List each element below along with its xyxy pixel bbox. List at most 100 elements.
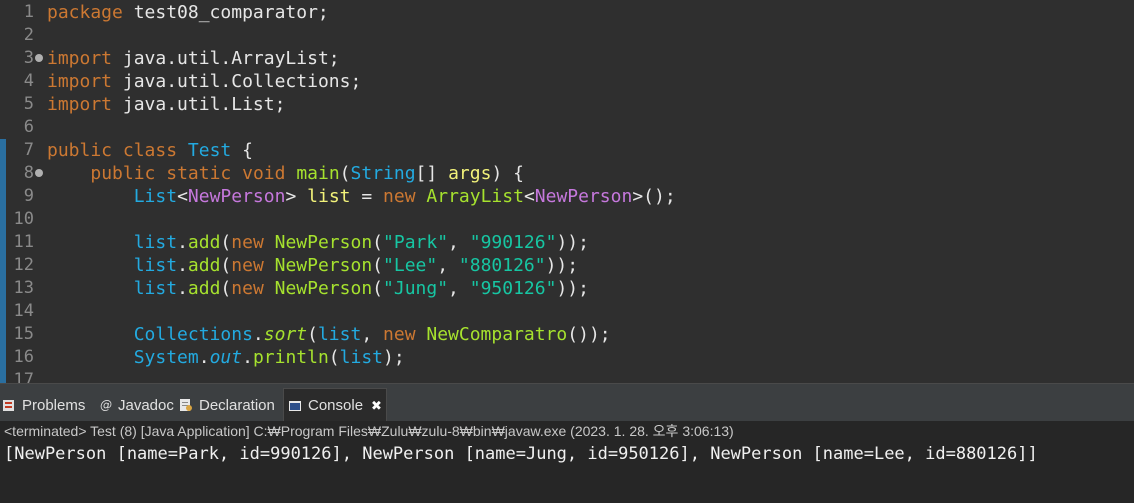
code-token: sort — [263, 324, 308, 345]
code-line[interactable]: 14 — [0, 300, 1134, 323]
code-token: ( — [372, 232, 384, 253]
fold-toggle-icon[interactable] — [35, 169, 43, 177]
code-token: new — [231, 255, 264, 276]
change-marker — [0, 93, 6, 116]
change-marker — [0, 208, 6, 231]
code-token: new — [383, 324, 416, 345]
code-line[interactable]: 3 import java.util.ArrayList; — [0, 47, 1134, 70]
code-token: ( — [328, 347, 340, 368]
code-token: . — [177, 232, 188, 253]
code-line[interactable]: 10 — [0, 208, 1134, 231]
code-token: )); — [556, 278, 589, 299]
code-line[interactable]: 12 list.add(new NewPerson("Lee", "880126… — [0, 254, 1134, 277]
code-token: "880126" — [458, 255, 546, 276]
code-token: void — [242, 163, 286, 184]
code-token: ( — [339, 163, 351, 184]
code-token: ( — [372, 255, 384, 276]
code-token: println — [252, 347, 329, 368]
svg-text:@: @ — [100, 398, 112, 412]
code-token: list — [307, 186, 351, 207]
change-marker — [0, 323, 6, 346]
change-marker — [0, 24, 6, 47]
line-number: 7 — [23, 140, 34, 160]
change-marker — [0, 300, 6, 323]
code-token: ArrayList — [426, 186, 524, 207]
code-token: System — [133, 347, 199, 368]
code-token: . — [177, 278, 188, 299]
code-token: list — [339, 347, 383, 368]
javadoc-icon: @ — [98, 398, 112, 412]
code-token: NewPerson — [274, 255, 373, 276]
code-token: [] — [415, 163, 438, 184]
code-token: import — [47, 48, 113, 69]
code-token: = — [361, 186, 384, 207]
change-marker — [0, 47, 6, 70]
line-number: 6 — [23, 117, 34, 137]
console-output: [NewPerson [name=Park, id=990126], NewPe… — [4, 444, 1038, 464]
line-number: 11 — [13, 232, 34, 252]
fold-toggle-icon[interactable] — [35, 54, 43, 62]
code-line[interactable]: 13 list.add(new NewPerson("Jung", "95012… — [0, 277, 1134, 300]
code-line[interactable]: 4 import java.util.Collections; — [0, 70, 1134, 93]
code-token: )); — [545, 255, 579, 276]
code-token: ); — [383, 347, 405, 368]
code-text: list.add(new NewPerson("Jung", "950126")… — [47, 277, 589, 300]
code-token: ( — [220, 232, 232, 253]
code-token: Test — [187, 140, 232, 161]
console-icon — [288, 399, 302, 413]
code-line[interactable]: 15 Collections.sort(list, new NewCompara… — [0, 323, 1134, 346]
code-text: list.add(new NewPerson("Lee", "880126"))… — [47, 254, 578, 277]
code-token: String — [350, 163, 416, 184]
code-line[interactable]: 6 — [0, 116, 1134, 139]
code-line[interactable]: 9 List<NewPerson> list = new ArrayList<N… — [0, 185, 1134, 208]
tab-javadoc[interactable]: @ Javadoc — [98, 388, 174, 422]
code-token: new — [383, 186, 416, 207]
line-number: 3 — [23, 48, 34, 68]
code-token: . — [177, 255, 188, 276]
code-text: package test08_comparator; — [47, 1, 329, 24]
code-text: import java.util.List; — [47, 93, 285, 116]
code-token: static — [166, 163, 232, 184]
code-token: "990126" — [469, 232, 557, 253]
code-token: public — [90, 163, 156, 184]
code-token: args — [448, 163, 492, 184]
code-line[interactable]: 1 package test08_comparator; — [0, 1, 1134, 24]
bottom-panel-tabs: Problems @ Javadoc Declaration Console ✖ — [0, 383, 1134, 422]
code-line[interactable]: 5 import java.util.List; — [0, 93, 1134, 116]
code-text: import java.util.Collections; — [47, 70, 361, 93]
code-line[interactable]: 11 list.add(new NewPerson("Park", "99012… — [0, 231, 1134, 254]
tab-declaration[interactable]: Declaration — [179, 388, 275, 422]
code-line[interactable]: 8 public static void main(String[] args)… — [0, 162, 1134, 185]
change-marker — [0, 139, 6, 162]
code-token: NewPerson — [534, 186, 633, 207]
code-editor[interactable]: 1 package test08_comparator; 2 3 import java… — [0, 0, 1134, 383]
code-token: add — [187, 232, 221, 253]
code-token: list — [133, 232, 178, 253]
code-line[interactable]: 2 — [0, 24, 1134, 47]
code-token: NewPerson — [187, 186, 286, 207]
code-text: public class Test { — [47, 139, 253, 162]
code-line[interactable]: 7 public class Test { — [0, 139, 1134, 162]
line-number: 15 — [13, 324, 34, 344]
code-token: ( — [372, 278, 384, 299]
code-token: NewPerson — [274, 232, 373, 253]
code-token: list — [317, 324, 362, 345]
code-token: < — [177, 186, 188, 207]
change-marker — [0, 231, 6, 254]
change-marker — [0, 254, 6, 277]
tab-problems[interactable]: Problems — [2, 388, 85, 422]
line-number: 2 — [23, 25, 34, 45]
code-line[interactable]: 16 System.out.println(list); — [0, 346, 1134, 369]
tab-label: Console — [308, 397, 364, 414]
change-marker — [0, 116, 6, 139]
declaration-icon — [179, 398, 193, 412]
code-token: ()); — [567, 324, 611, 345]
code-token: >(); — [632, 186, 676, 207]
code-line[interactable]: 17 — [0, 369, 1134, 383]
tab-console[interactable]: Console ✖ — [283, 388, 387, 422]
code-text: System.out.println(list); — [47, 346, 405, 369]
code-token: > — [285, 186, 308, 207]
close-icon[interactable]: ✖ — [371, 398, 382, 414]
